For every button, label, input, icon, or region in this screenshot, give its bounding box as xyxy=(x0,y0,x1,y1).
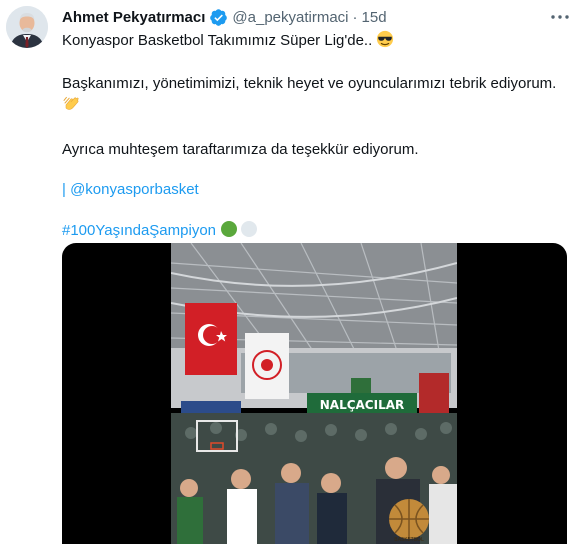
mention-link[interactable]: @konyasporbasket xyxy=(70,181,199,198)
video-frame: NALÇACILAR BASKETBOL xyxy=(171,243,457,544)
smiling-face-with-sunglasses-icon xyxy=(376,30,394,54)
clapping-hands-icon xyxy=(62,94,82,120)
mention-line: | @konyasporbasket xyxy=(62,180,572,200)
tweet[interactable]: Ahmet Pekyatırmacı @a_pekyatirmaci · 15d… xyxy=(0,0,585,544)
handle[interactable]: @a_pekyatirmaci xyxy=(232,9,348,26)
tweet-line-2-text: Başkanımızı, yönetimimizi, teknik heyet … xyxy=(62,75,557,92)
hashtag-link[interactable]: #100YaşındaŞampiyon xyxy=(62,222,216,239)
hashtag-line: #100YaşındaŞampiyon xyxy=(62,220,572,244)
separator-dot: · xyxy=(352,8,358,26)
video-player[interactable]: NALÇACILAR BASKETBOL xyxy=(62,243,567,544)
white-circle-icon xyxy=(240,220,258,244)
tweet-header: Ahmet Pekyatırmacı @a_pekyatirmaci · 15d xyxy=(62,6,545,28)
tweet-line-1-text: Konyaspor Basketbol Takımımız Süper Lig'… xyxy=(62,32,373,49)
verified-badge-icon xyxy=(209,8,228,27)
mention-prefix: | xyxy=(62,181,71,198)
avatar-image xyxy=(6,6,48,48)
nalcacilar-banner-text: NALÇACILAR xyxy=(320,398,405,412)
tweet-line-2-emoji-row xyxy=(62,94,572,120)
tweet-line-1: Konyaspor Basketbol Takımımız Süper Lig'… xyxy=(62,30,572,54)
arena-scene-image: NALÇACILAR BASKETBOL xyxy=(171,243,457,544)
green-circle-icon xyxy=(220,220,238,244)
trophy-ball-text: BASKETBOL xyxy=(394,537,424,543)
more-options-icon[interactable] xyxy=(549,8,571,26)
tweet-line-2: Başkanımızı, yönetimimizi, teknik heyet … xyxy=(62,74,572,94)
display-name[interactable]: Ahmet Pekyatırmacı xyxy=(62,9,205,26)
avatar[interactable] xyxy=(6,6,48,48)
tweet-line-3: Ayrıca muhteşem taraftarımıza da teşekkü… xyxy=(62,141,419,158)
tweet-text: Konyaspor Basketbol Takımımız Süper Lig'… xyxy=(62,30,572,244)
timestamp[interactable]: 15d xyxy=(362,9,387,26)
